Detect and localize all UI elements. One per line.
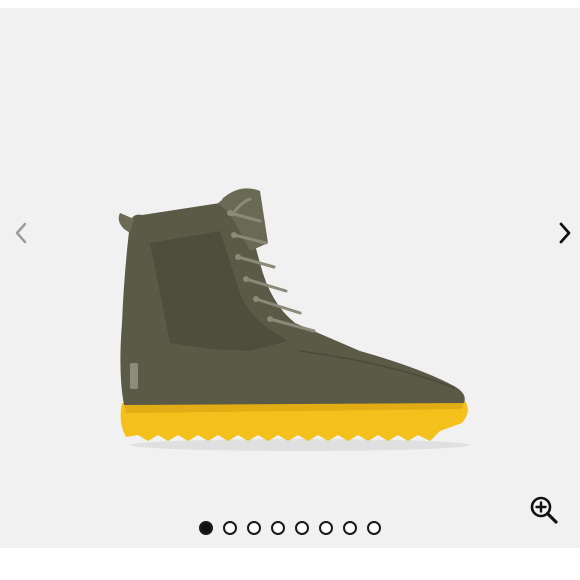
pagination-dot[interactable] xyxy=(319,521,333,535)
chevron-left-icon xyxy=(15,222,27,244)
image-stage xyxy=(0,8,580,548)
image-pagination xyxy=(0,518,580,538)
pagination-dot[interactable] xyxy=(295,521,309,535)
pagination-dot[interactable] xyxy=(367,521,381,535)
pagination-dot[interactable] xyxy=(199,521,213,535)
pagination-dot[interactable] xyxy=(223,521,237,535)
next-image-button[interactable] xyxy=(550,216,580,250)
pagination-dot[interactable] xyxy=(343,521,357,535)
chevron-right-icon xyxy=(559,222,571,244)
pagination-dots xyxy=(199,521,381,535)
pagination-dot[interactable] xyxy=(247,521,261,535)
product-image[interactable] xyxy=(100,173,480,463)
product-image-viewer xyxy=(0,0,580,580)
previous-image-button[interactable] xyxy=(6,216,36,250)
pagination-dot[interactable] xyxy=(271,521,285,535)
